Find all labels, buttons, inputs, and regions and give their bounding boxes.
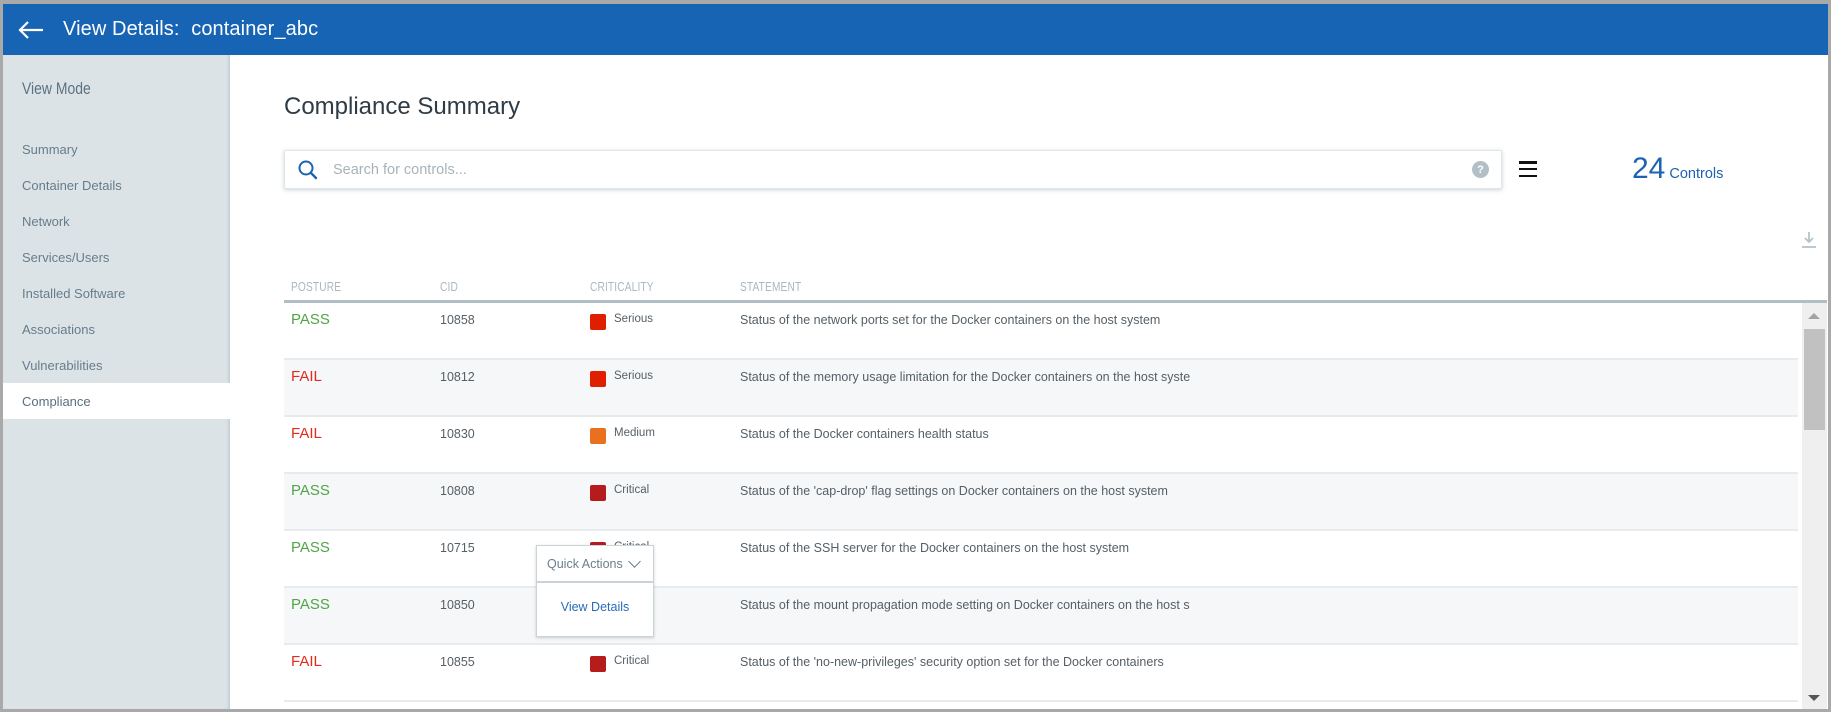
sidebar-item-summary[interactable]: Summary xyxy=(3,131,230,167)
sidebar-item-label: Services/Users xyxy=(22,249,110,265)
criticality-label: Medium xyxy=(614,427,655,439)
main-content: Compliance Summary ? 24Controls POSTURE … xyxy=(230,55,1828,709)
sidebar-item-label: Vulnerabilities xyxy=(22,357,103,373)
cid-value: 10715 xyxy=(440,541,475,555)
table-row[interactable]: PASS10715CriticalStatus of the SSH serve… xyxy=(284,531,1798,588)
sidebar-item-vulnerabilities[interactable]: Vulnerabilities xyxy=(3,347,230,383)
download-icon[interactable] xyxy=(1800,230,1818,250)
table-header: POSTURE CID CRITICALITY STATEMENT xyxy=(284,275,1827,303)
cid-value: 10850 xyxy=(440,598,475,612)
posture-status: PASS xyxy=(291,311,330,328)
controls-count-label: Controls xyxy=(1669,166,1724,182)
chevron-down-icon xyxy=(627,554,641,568)
table-row[interactable]: PASS 10808 Critical Status of the 'cap-drop… xyxy=(284,474,1798,531)
sidebar-item-services-users[interactable]: Services/Users xyxy=(3,239,230,275)
criticality-cell: Critical xyxy=(590,655,649,672)
controls-count-value: 24 xyxy=(1632,152,1666,185)
quick-actions-menu: Quick Actions View Details xyxy=(536,545,654,637)
cid-value: 10830 xyxy=(440,427,475,441)
hamburger-icon[interactable] xyxy=(1519,161,1537,177)
criticality-swatch xyxy=(590,656,606,672)
quick-actions-label: Quick Actions xyxy=(547,556,623,571)
criticality-swatch xyxy=(590,314,606,330)
scroll-down-arrow[interactable] xyxy=(1808,695,1820,701)
statement-text: Status of the memory usage limitation fo… xyxy=(740,370,1190,384)
posture-status: PASS xyxy=(291,596,330,613)
sidebar-item-container-details[interactable]: Container Details xyxy=(3,167,230,203)
criticality-label: Serious xyxy=(614,313,653,325)
help-icon[interactable]: ? xyxy=(1472,161,1489,178)
table-body: PASS 10858 Serious Status of the network po… xyxy=(284,303,1827,709)
page-header-title: View Details: container_abc xyxy=(63,18,318,41)
statement-text: Status of the mount propagation mode set… xyxy=(740,598,1190,612)
posture-status: PASS xyxy=(291,539,330,556)
search-bar: ? xyxy=(284,150,1502,189)
table-row[interactable]: FAIL 10830 Medium Status of the Docker cont… xyxy=(284,417,1798,474)
cid-value: 10812 xyxy=(440,370,475,384)
sidebar-item-installed-software[interactable]: Installed Software xyxy=(3,275,230,311)
search-icon xyxy=(298,160,318,179)
top-bar: View Details: container_abc xyxy=(3,4,1828,55)
criticality-swatch xyxy=(590,485,606,501)
column-header-cid[interactable]: CID xyxy=(440,279,458,294)
statement-text: Status of the 'cap-drop' flag settings o… xyxy=(740,484,1168,498)
cid-value: 10855 xyxy=(440,655,475,669)
criticality-cell: Serious xyxy=(590,313,653,330)
search-input[interactable] xyxy=(333,161,1472,178)
criticality-label: Critical xyxy=(614,484,650,496)
statement-text: Status of the network ports set for the … xyxy=(740,313,1161,327)
table-row[interactable]: PASS 10858 Serious Status of the network po… xyxy=(284,303,1798,360)
criticality-cell: Critical xyxy=(590,484,649,501)
criticality-cell: Medium xyxy=(590,427,655,444)
sidebar-item-label: Container Details xyxy=(22,177,122,193)
table-row[interactable]: FAIL 10855 Critical Status of the 'no-new-p… xyxy=(284,645,1798,702)
sidebar-item-compliance[interactable]: Compliance xyxy=(3,383,230,419)
posture-status: FAIL xyxy=(291,368,322,385)
criticality-label: Serious xyxy=(614,370,653,382)
sidebar-item-label: Network xyxy=(22,213,70,229)
posture-status: PASS xyxy=(291,482,330,499)
sidebar-item-label: Compliance xyxy=(22,393,91,409)
sidebar-item-label: Installed Software xyxy=(22,285,126,301)
sidebar-item-label: Associations xyxy=(22,321,95,337)
vertical-scrollbar[interactable] xyxy=(1802,303,1827,709)
column-header-statement[interactable]: STATEMENT xyxy=(740,279,801,294)
scroll-up-arrow[interactable] xyxy=(1808,313,1820,319)
header-container-name: container_abc xyxy=(191,18,319,40)
arrow-left-icon xyxy=(18,20,43,39)
quick-actions-toggle[interactable]: Quick Actions xyxy=(537,546,653,583)
criticality-cell: Serious xyxy=(590,370,653,387)
compliance-table: POSTURE CID CRITICALITY STATEMENT PASS 10… xyxy=(284,275,1827,709)
statement-text: Status of the 'no-new-privileges' securi… xyxy=(740,655,1164,669)
criticality-swatch xyxy=(590,371,606,387)
table-row[interactable]: PASS10850SeriousStatus of the mount prop… xyxy=(284,588,1798,645)
scrollbar-thumb[interactable] xyxy=(1804,329,1825,430)
criticality-label: Critical xyxy=(614,655,650,667)
statement-text: Status of the SSH server for the Docker … xyxy=(740,541,1130,555)
controls-count: 24 Controls xyxy=(1632,152,1723,186)
sidebar-item-label: Summary xyxy=(22,141,78,157)
sidebar-heading: View Mode xyxy=(22,79,91,98)
sidebar: View Mode Summary Container Details Netw… xyxy=(3,55,230,709)
statement-text: Status of the Docker containers health s… xyxy=(740,427,989,441)
column-header-criticality[interactable]: CRITICALITY xyxy=(590,279,654,294)
back-button[interactable] xyxy=(17,18,47,42)
cid-value: 10808 xyxy=(440,484,475,498)
cid-value: 10858 xyxy=(440,313,475,327)
table-row[interactable]: FAIL 10812 Serious Status of the memory usa… xyxy=(284,360,1798,417)
posture-status: FAIL xyxy=(291,425,322,442)
sidebar-item-network[interactable]: Network xyxy=(3,203,230,239)
criticality-swatch xyxy=(590,428,606,444)
page-title: Compliance Summary xyxy=(284,93,521,120)
header-title-prefix: View Details: xyxy=(63,18,180,40)
view-details-action[interactable]: View Details xyxy=(537,600,653,614)
column-header-posture[interactable]: POSTURE xyxy=(291,279,341,294)
sidebar-item-associations[interactable]: Associations xyxy=(3,311,230,347)
posture-status: FAIL xyxy=(291,653,322,670)
